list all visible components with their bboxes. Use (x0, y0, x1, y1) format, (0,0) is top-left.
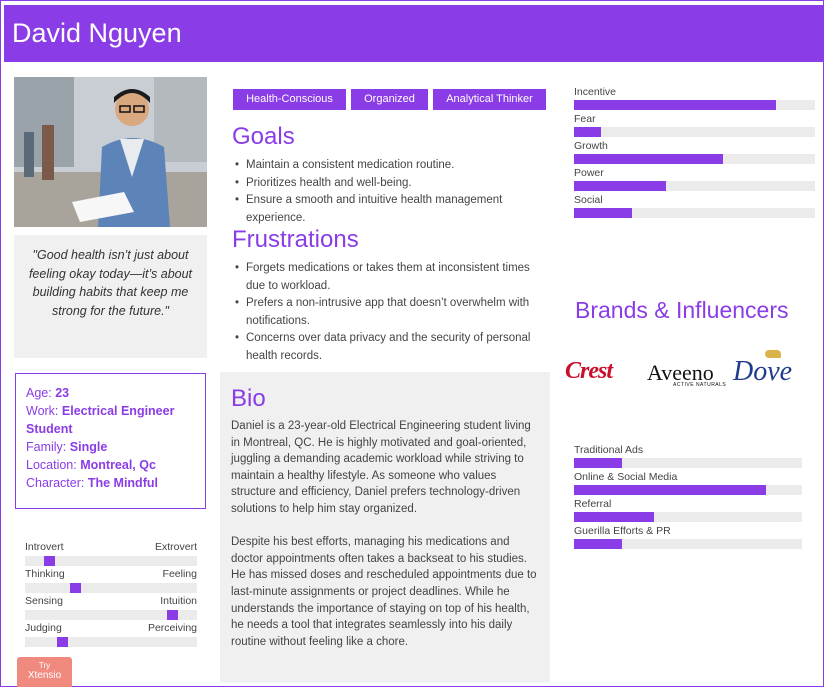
bio-heading: Bio (231, 385, 266, 412)
try-xtensio-badge[interactable]: Try Xtensio (17, 657, 72, 687)
personality-marker (44, 556, 56, 566)
goals-list: Maintain a consistent medication routine… (233, 157, 533, 227)
personality-marker (70, 583, 82, 593)
tag-organized: Organized (351, 89, 428, 110)
personality-track (25, 556, 197, 566)
dove-bird-icon (765, 350, 781, 358)
personality-marker (166, 610, 178, 620)
frustrations-list: Forgets medications or takes them at inc… (233, 260, 533, 365)
bio-paragraph: Despite his best efforts, managing his m… (231, 536, 537, 648)
personality-introvert-extrovert: Introvert Extrovert (25, 541, 197, 566)
channel-track (574, 539, 802, 549)
goals-heading: Goals (232, 123, 295, 150)
motivation-fill (574, 127, 601, 137)
motivation-track (574, 208, 815, 218)
brand-logo-crest: Crest (565, 358, 613, 384)
channel-fill (574, 458, 622, 468)
personality-marker (57, 637, 69, 647)
channel-traditional-ads: Traditional Ads (574, 444, 802, 468)
info-work: Work: Electrical Engineer Student (26, 404, 175, 436)
list-item: Maintain a consistent medication routine… (233, 157, 533, 175)
personality-track (25, 583, 197, 593)
info-location: Location: Montreal, Qc (26, 458, 156, 472)
list-item: Prefers a non-intrusive app that doesn’t… (233, 295, 533, 330)
channel-fill (574, 539, 622, 549)
personality-track (25, 637, 197, 647)
motivation-track (574, 127, 815, 137)
bio-paragraph: Daniel is a 23-year-old Electrical Engin… (231, 420, 531, 515)
motivation-growth: Growth (574, 140, 815, 164)
personality-thinking-feeling: Thinking Feeling (25, 568, 197, 593)
motivation-fear: Fear (574, 113, 815, 137)
channel-referral: Referral (574, 498, 802, 522)
channel-fill (574, 485, 766, 495)
channel-online-social: Online & Social Media (574, 471, 802, 495)
motivation-fill (574, 154, 724, 164)
list-item: Concerns over data privacy and the secur… (233, 330, 533, 365)
list-item: Prioritizes health and well-being. (233, 175, 533, 193)
persona-name: David Nguyen (4, 5, 824, 62)
channel-guerilla-pr: Guerilla Efforts & PR (574, 525, 802, 549)
brands-heading: Brands & Influencers (575, 297, 789, 323)
brand-logos: Crest Aveeno ACTIVE NATURALS Dove (565, 350, 810, 392)
motivation-power: Power (574, 167, 815, 191)
motivation-track (574, 154, 815, 164)
info-family: Family: Single (26, 440, 108, 454)
channel-track (574, 458, 802, 468)
personality-sensing-intuition: Sensing Intuition (25, 595, 197, 620)
motivation-track (574, 181, 815, 191)
info-character: Character: The Mindful (26, 476, 158, 490)
channel-track (574, 485, 802, 495)
brand-logo-dove: Dove (733, 356, 793, 387)
bio-panel: Bio Daniel is a 23-year-old Electrical E… (220, 372, 550, 682)
motivation-track (574, 100, 815, 110)
motivation-fill (574, 181, 666, 191)
channel-track (574, 512, 802, 522)
motivation-incentive: Incentive (574, 86, 815, 110)
frustrations-heading: Frustrations (232, 226, 359, 253)
channel-fill (574, 512, 654, 522)
info-age: Age: 23 (26, 386, 70, 400)
persona-quote: "Good health isn’t just about feeling ok… (14, 235, 207, 358)
motivation-social: Social (574, 194, 815, 218)
persona-info: Age: 23 Work: Electrical Engineer Studen… (15, 373, 206, 509)
brand-logo-aveeno-sub: ACTIVE NATURALS (673, 382, 727, 388)
list-item: Forgets medications or takes them at inc… (233, 260, 533, 295)
motivation-fill (574, 208, 632, 218)
motivation-fill (574, 100, 777, 110)
personality-track (25, 610, 197, 620)
list-item: Ensure a smooth and intuitive health man… (233, 192, 533, 227)
tag-health-conscious: Health-Conscious (233, 89, 346, 110)
tag-analytical-thinker: Analytical Thinker (433, 89, 546, 110)
persona-photo (14, 77, 207, 227)
personality-judging-perceiving: Judging Perceiving (25, 622, 197, 647)
